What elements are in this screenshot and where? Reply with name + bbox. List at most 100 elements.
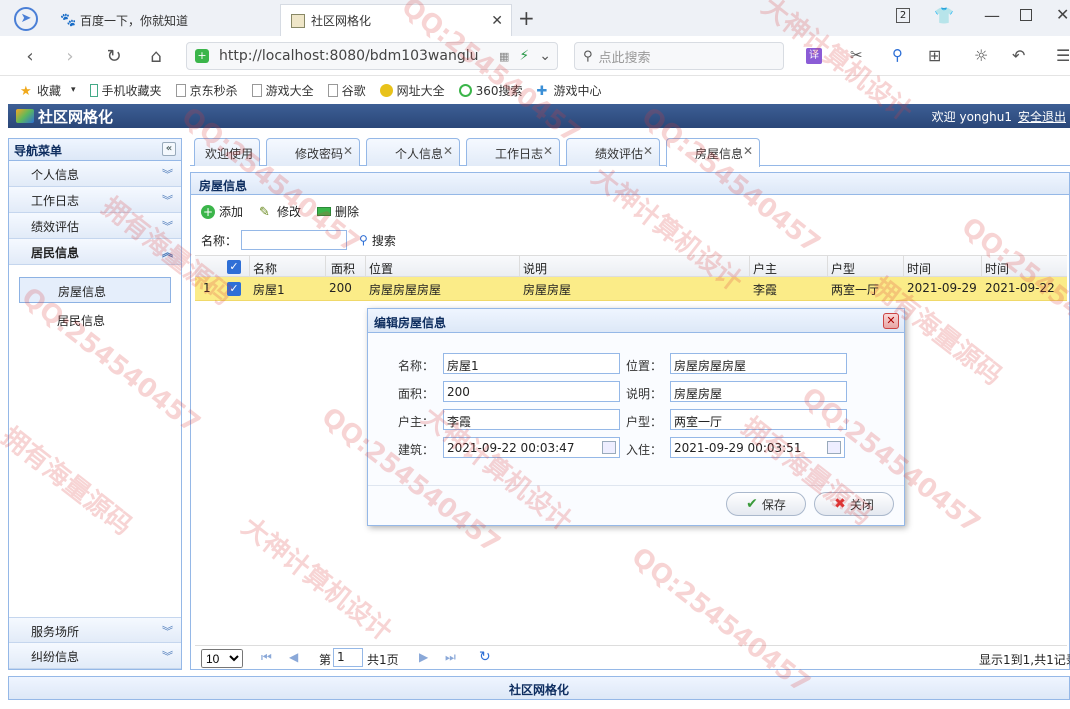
translate-icon[interactable]: 译 — [806, 48, 822, 64]
menu-icon[interactable]: ☰ — [1056, 46, 1070, 65]
tab-house-info[interactable]: 房屋信息 ✕ — [666, 138, 760, 167]
calendar-icon[interactable] — [602, 441, 616, 454]
close-icon[interactable]: ✕ — [743, 144, 753, 158]
chevron-down-icon[interactable]: ⌄ — [539, 48, 551, 64]
bookmark-sites[interactable]: 网址大全 — [379, 82, 445, 99]
browser-tab-active[interactable]: 社区网格化 ✕ — [280, 4, 512, 36]
logout-link[interactable]: 安全退出 — [1018, 110, 1066, 124]
cell-time: 2021-09-22 — [985, 281, 1055, 295]
page-size-select[interactable]: 10 — [201, 649, 243, 668]
reload-icon[interactable]: ↻ — [102, 44, 126, 68]
close-tab-icon[interactable]: ✕ — [491, 13, 503, 29]
sidebar-item-resident-info[interactable]: 居民信息 — [19, 307, 171, 333]
sidebar-item-house-info[interactable]: 房屋信息 — [19, 277, 171, 303]
home-icon[interactable]: ⌂ — [144, 44, 168, 68]
column-header[interactable]: 时间 — [907, 260, 931, 277]
undo-icon[interactable]: ↶ — [1012, 46, 1025, 65]
bookmark-mobile[interactable]: 手机收藏夹 — [89, 82, 162, 99]
sidebar-group-dispute[interactable]: 纠纷信息 ︾ — [9, 643, 181, 669]
sidebar-group-service[interactable]: 服务场所 ︾ — [9, 617, 181, 643]
close-icon[interactable]: ✕ — [443, 144, 453, 158]
close-button[interactable]: ✖ 关闭 — [814, 492, 894, 516]
sidebar-group-personal[interactable]: 个人信息 ︾ — [9, 161, 181, 187]
select-all-checkbox[interactable]: ✓ — [227, 260, 241, 274]
prev-page-icon[interactable]: ◀ — [289, 650, 298, 664]
calendar-icon[interactable] — [827, 441, 841, 454]
name-label: 名称： — [397, 359, 434, 373]
add-button[interactable]: + 添加 — [201, 203, 243, 220]
column-header[interactable]: 面积 — [331, 260, 355, 277]
search-icon[interactable]: ⚲ — [359, 233, 368, 247]
close-icon[interactable]: ✕ — [343, 144, 353, 158]
movein-datetime-value: 2021-09-29 00:03:51 — [674, 441, 802, 455]
column-header[interactable]: 户主 — [753, 260, 777, 277]
column-header[interactable]: 名称 — [253, 260, 277, 277]
brightness-icon[interactable]: ☼ — [974, 46, 988, 65]
save-button[interactable]: ✔ 保存 — [726, 492, 806, 516]
apps-grid-icon[interactable]: ⊞ — [928, 46, 941, 65]
owner-field[interactable]: 李霞 — [443, 409, 620, 430]
app-header: 社区网格化 欢迎 yonghu1 安全退出 — [8, 104, 1070, 128]
tab-personal-info[interactable]: 个人信息 ✕ — [366, 138, 460, 166]
bookmark-games[interactable]: 游戏大全 — [251, 82, 314, 99]
type-field[interactable]: 两室一厅 — [670, 409, 847, 430]
close-icon[interactable]: ✕ — [643, 144, 653, 158]
column-header[interactable]: 说明 — [523, 260, 547, 277]
tab-count-icon[interactable]: 2 — [896, 8, 910, 23]
dialog-title: 编辑房屋信息 — [374, 316, 447, 330]
lightning-icon[interactable]: ⚡ — [519, 48, 529, 64]
bookmark-game-center[interactable]: ✚ 游戏中心 — [537, 82, 602, 99]
page-input[interactable]: 1 — [333, 648, 363, 667]
address-bar[interactable]: + http://localhost:8080/bdm103wanglu ▦ ⚡… — [186, 42, 558, 70]
magnifier-icon[interactable]: ⚲ — [892, 46, 903, 64]
dialog-close-icon[interactable]: ✕ — [883, 313, 899, 329]
skin-shirt-icon[interactable]: 👕 — [934, 6, 954, 25]
column-header[interactable]: 时间 — [985, 260, 1009, 277]
bookmark-google[interactable]: 谷歌 — [327, 82, 366, 99]
forward-icon[interactable]: › — [58, 44, 82, 68]
back-icon[interactable]: ‹ — [18, 44, 42, 68]
search-button[interactable]: 搜索 — [372, 232, 396, 249]
column-header[interactable]: 户型 — [831, 260, 855, 277]
location-field[interactable]: 房屋房屋房屋 — [670, 353, 847, 374]
tab-change-password[interactable]: 修改密码 ✕ — [266, 138, 360, 166]
table-row[interactable]: 1 ✓ 房屋1 200 房屋房屋房屋 房屋房屋 李霞 两室一厅 2021-09-… — [195, 277, 1067, 301]
browser-logo-icon[interactable]: ➤ — [14, 7, 38, 31]
bookmark-jd[interactable]: 京东秒杀 — [175, 82, 238, 99]
area-field[interactable]: 200 — [443, 381, 620, 402]
minimize-icon[interactable]: — — [984, 6, 1000, 25]
movein-datetime-field[interactable]: 2021-09-29 00:03:51 — [670, 437, 845, 458]
search-icon: ⚲ — [583, 48, 593, 64]
collapse-left-icon[interactable]: « — [162, 142, 176, 156]
sidebar-group-worklog[interactable]: 工作日志 ︾ — [9, 187, 181, 213]
first-page-icon[interactable]: ⏮ — [261, 650, 272, 665]
last-page-icon[interactable]: ⏭ — [445, 650, 456, 665]
edit-button[interactable]: ✎ 修改 — [259, 203, 301, 220]
close-icon[interactable]: ✕ — [543, 144, 553, 158]
browser-tab-baidu[interactable]: 🐾 百度一下，你就知道 — [50, 4, 280, 36]
cell-location: 房屋房屋房屋 — [369, 283, 442, 297]
refresh-icon[interactable]: ↻ — [479, 649, 491, 665]
name-filter-input[interactable] — [241, 230, 348, 250]
sidebar-group-performance[interactable]: 绩效评估 ︾ — [9, 213, 181, 239]
description-field[interactable]: 房屋房屋 — [670, 381, 847, 402]
bookmark-360[interactable]: 360搜索 — [458, 82, 523, 99]
tab-work-log[interactable]: 工作日志 ✕ — [466, 138, 560, 166]
qr-icon[interactable]: ▦ — [499, 50, 509, 63]
new-tab-icon[interactable]: + — [518, 6, 535, 30]
maximize-icon[interactable] — [1020, 9, 1032, 21]
built-datetime-field[interactable]: 2021-09-22 00:03:47 — [443, 437, 620, 458]
bookmark-favorites[interactable]: ★ 收藏 ▾ — [20, 82, 76, 99]
tab-welcome[interactable]: 欢迎使用 — [194, 138, 260, 166]
bookmark-label: 手机收藏夹 — [101, 83, 162, 98]
column-header[interactable]: 位置 — [369, 260, 393, 277]
tab-performance[interactable]: 绩效评估 ✕ — [566, 138, 660, 166]
search-box[interactable]: ⚲ 点此搜索 — [574, 42, 784, 70]
delete-button[interactable]: 删除 — [317, 203, 359, 220]
window-close-icon[interactable]: ✕ — [1056, 5, 1069, 24]
scissors-icon[interactable]: ✂ — [850, 46, 863, 64]
name-field[interactable]: 房屋1 — [443, 353, 620, 374]
next-page-icon[interactable]: ▶ — [419, 650, 428, 664]
sidebar-group-residents[interactable]: 居民信息 ︽ — [9, 239, 181, 265]
row-checkbox[interactable]: ✓ — [227, 282, 241, 296]
